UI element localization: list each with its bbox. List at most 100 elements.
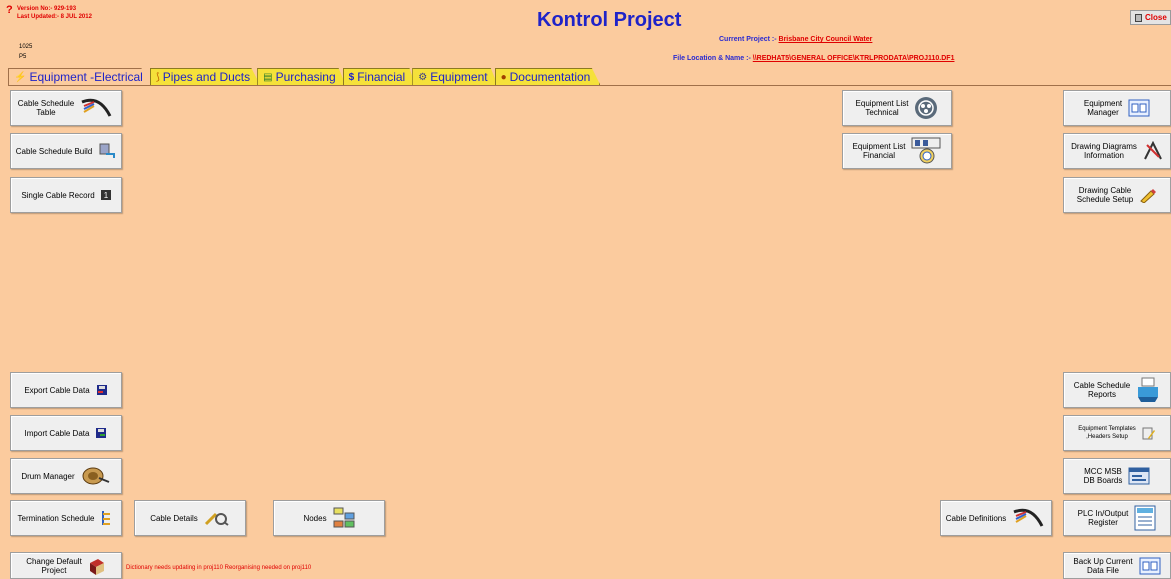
tab-financial[interactable]: $ Financial (342, 68, 416, 85)
mcc-msb-db-boards-button[interactable]: MCC MSB DB Boards (1063, 458, 1171, 494)
single-cable-record-button[interactable]: Single Cable Record 1 (10, 177, 122, 213)
printer-icon (1136, 377, 1160, 403)
current-project: Current Project :- Brisbane City Council… (719, 36, 872, 43)
code-2: P5 (19, 54, 27, 60)
drawing-cable-schedule-setup-button[interactable]: Drawing Cable Schedule Setup (1063, 177, 1171, 213)
purchasing-icon: ▤ (263, 71, 273, 83)
tab-purchasing[interactable]: ▤ Purchasing (257, 68, 346, 85)
button-label: PLC In/Output Register (1077, 509, 1129, 527)
template-edit-icon (1142, 426, 1156, 440)
pipes-icon: ⟆ (155, 71, 160, 83)
record-one-icon: 1 (100, 190, 111, 200)
button-label: Cable Details (150, 513, 198, 523)
drum-manager-button[interactable]: Drum Manager (10, 458, 122, 494)
updated-value: 8 JUL 2012 (60, 14, 92, 20)
termination-schedule-button[interactable]: Termination Schedule (10, 500, 122, 536)
tab-divider (8, 85, 1171, 86)
version-value: 929-193 (54, 6, 77, 12)
cable-details-button[interactable]: Cable Details (134, 500, 246, 536)
drawing-tools-icon (1143, 141, 1163, 161)
button-label: Cable Schedule Build (15, 146, 93, 156)
import-icon (95, 427, 107, 439)
cable-schedule-reports-button[interactable]: Cable Schedule Reports (1063, 372, 1171, 408)
button-label: Equipment List Technical (855, 99, 909, 117)
tab-documentation[interactable]: ● Documentation (494, 68, 601, 85)
file-location-label: File Location & Name :- (673, 55, 751, 62)
magnifier-icon (204, 510, 230, 526)
button-label: Drawing Diagrams Information (1071, 142, 1137, 160)
tab-equipment-electrical[interactable]: ⚡ Equipment -Electrical (8, 68, 153, 85)
export-icon (96, 384, 108, 396)
back-up-current-data-file-button[interactable]: Back Up Current Data File (1063, 552, 1171, 579)
cable-definitions-button[interactable]: Cable Definitions (940, 500, 1052, 536)
button-label: Single Cable Record (21, 190, 95, 200)
tab-label: Financial (357, 70, 406, 84)
book-icon (88, 557, 106, 575)
button-label: Cable Schedule Reports (1073, 381, 1131, 399)
button-label: Change Default Project (26, 556, 82, 575)
button-label: Equipment List Financial (852, 142, 906, 160)
status-message: Dictionary needs updating in proj110 Reo… (126, 565, 312, 571)
button-label: Nodes (303, 513, 327, 523)
build-icon (98, 142, 116, 160)
cable-icon (80, 96, 114, 120)
board-icon (1128, 467, 1150, 485)
equipment-list-technical-button[interactable]: Equipment List Technical (842, 90, 952, 126)
financial-icon (911, 137, 941, 165)
tab-label: Documentation (509, 70, 591, 84)
register-icon (1134, 505, 1156, 531)
updated-text: Last Updated:- 8 JUL 2012 (17, 14, 92, 20)
button-label: Back Up Current Data File (1073, 556, 1133, 575)
manager-icon (1128, 99, 1150, 117)
button-label: Equipment Templates ,Headers Setup (1078, 426, 1136, 440)
nodes-icon (333, 507, 355, 529)
nodes-button[interactable]: Nodes (273, 500, 385, 536)
button-label: Drawing Cable Schedule Setup (1076, 186, 1134, 204)
door-icon (1135, 13, 1142, 22)
button-label: Cable Schedule Table (17, 99, 75, 117)
button-label: Termination Schedule (17, 513, 95, 523)
close-button[interactable]: Close (1130, 10, 1171, 25)
pencil-icon (1139, 187, 1157, 203)
export-cable-data-button[interactable]: Export Cable Data (10, 372, 122, 408)
updated-label: Last Updated:- (17, 14, 59, 20)
button-label: MCC MSB DB Boards (1083, 467, 1123, 485)
backup-icon (1139, 557, 1161, 575)
button-label: Equipment Manager (1083, 99, 1123, 117)
cable-schedule-build-button[interactable]: Cable Schedule Build (10, 133, 122, 169)
equipment-manager-button[interactable]: Equipment Manager (1063, 90, 1171, 126)
version-label: Version No:- (17, 6, 53, 12)
tab-pipes-and-ducts[interactable]: ⟆ Pipes and Ducts (149, 68, 261, 85)
tab-label: Equipment -Electrical (29, 70, 143, 84)
tab-label: Purchasing (275, 70, 336, 84)
cable-schedule-table-button[interactable]: Cable Schedule Table (10, 90, 122, 126)
button-label: Drum Manager (21, 471, 75, 481)
drawing-diagrams-information-button[interactable]: Drawing Diagrams Information (1063, 133, 1171, 169)
button-label: Import Cable Data (24, 428, 90, 438)
file-location: File Location & Name :- \\REDHAT5\GENERA… (673, 55, 954, 62)
lightning-icon: ⚡ (14, 71, 27, 83)
equipment-list-financial-button[interactable]: Equipment List Financial (842, 133, 952, 169)
change-default-project-button[interactable]: Change Default Project (10, 552, 122, 579)
plc-io-register-button[interactable]: PLC In/Output Register (1063, 500, 1171, 536)
button-label: Export Cable Data (24, 385, 90, 395)
current-project-value: Brisbane City Council Water (778, 36, 873, 43)
documentation-icon: ● (500, 71, 507, 83)
svg-text:1: 1 (103, 191, 108, 200)
drum-icon (81, 466, 111, 486)
close-label: Close (1145, 13, 1167, 22)
file-location-value[interactable]: \\REDHAT5\GENERAL OFFICE\KTRLPRODATA\PRO… (753, 55, 955, 62)
technical-icon (914, 96, 938, 120)
dollar-icon: $ (348, 71, 355, 83)
tab-label: Equipment (430, 70, 488, 84)
import-cable-data-button[interactable]: Import Cable Data (10, 415, 122, 451)
tab-label: Pipes and Ducts (162, 70, 251, 84)
button-label: Cable Definitions (945, 513, 1007, 523)
page-title: Kontrol Project (537, 9, 682, 31)
version-text: Version No:- 929-193 (17, 6, 76, 12)
cable-definitions-icon (1012, 506, 1046, 530)
equipment-icon: ⚙ (418, 71, 428, 83)
help-icon[interactable]: ? (6, 4, 13, 16)
tab-equipment[interactable]: ⚙ Equipment (412, 68, 498, 85)
equipment-templates-headers-setup-button[interactable]: Equipment Templates ,Headers Setup (1063, 415, 1171, 451)
